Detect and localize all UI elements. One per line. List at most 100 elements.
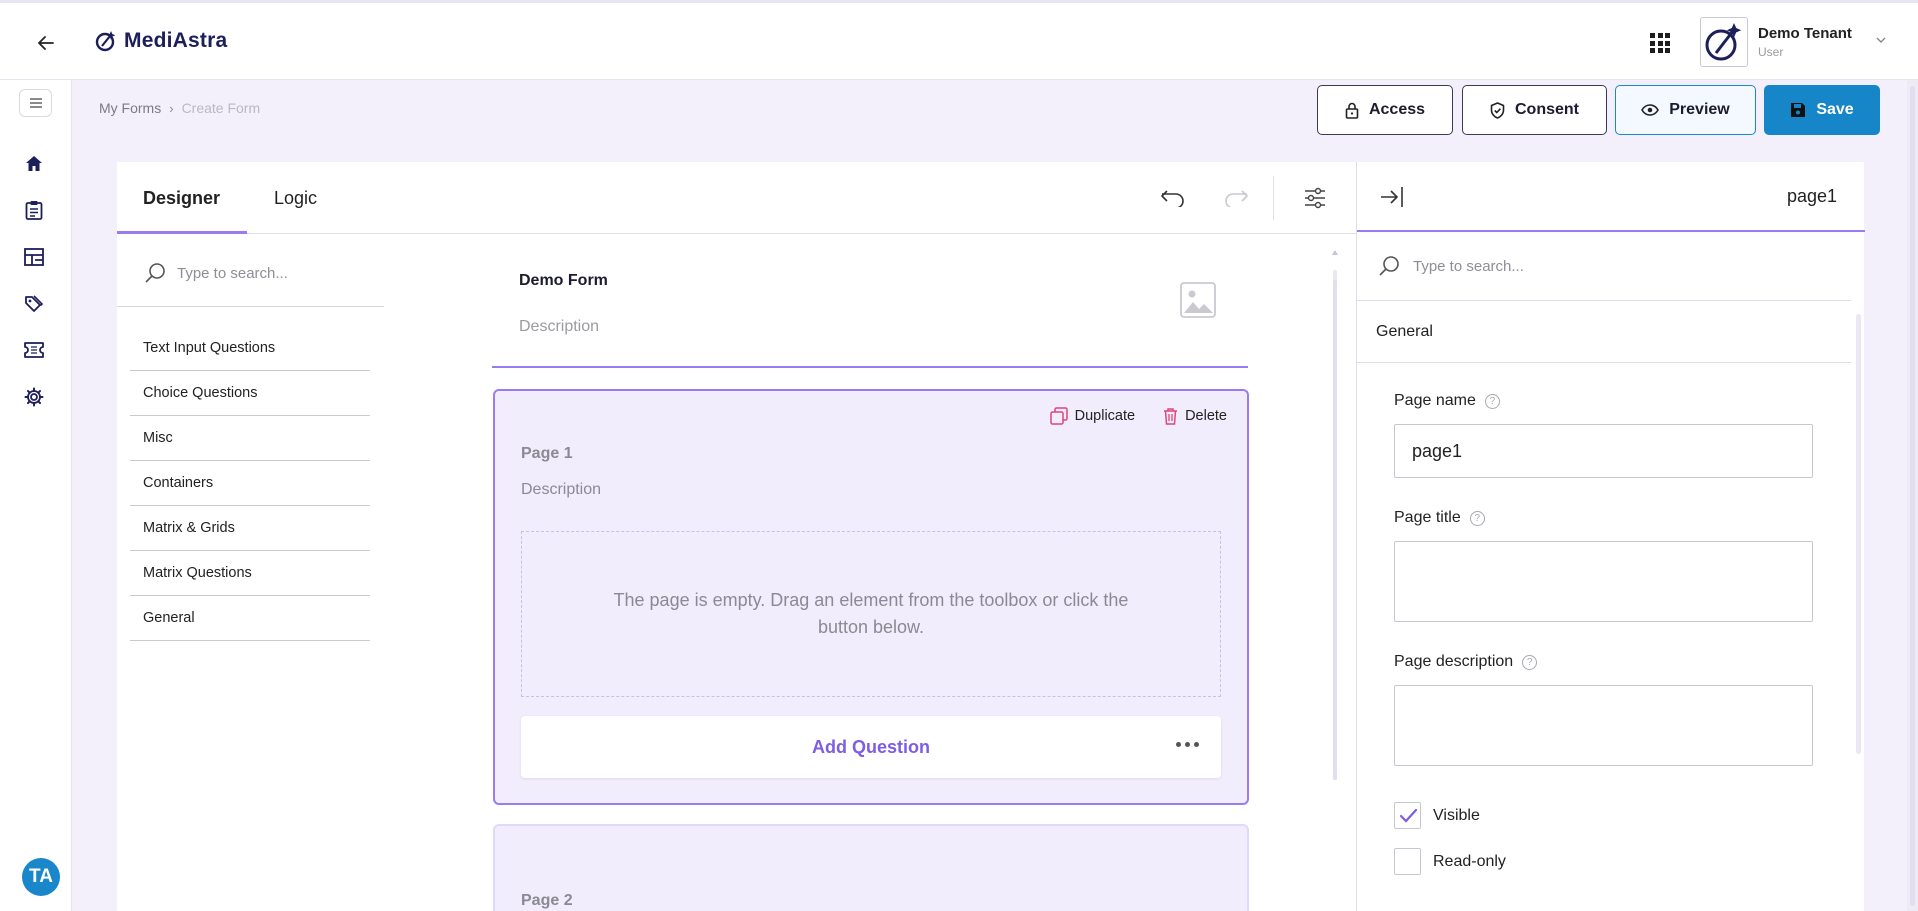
delete-button[interactable]: Delete <box>1163 407 1227 425</box>
collapse-right-icon <box>1381 187 1403 207</box>
help-icon[interactable]: ? <box>1469 510 1485 526</box>
page-title-field[interactable] <box>1394 541 1813 622</box>
arrow-left-icon <box>38 36 54 50</box>
preview-button-label: Preview <box>1669 101 1730 118</box>
more-options-button[interactable] <box>1172 738 1203 751</box>
toolbox-category[interactable]: Matrix & Grids <box>130 506 370 551</box>
toolbox-category[interactable]: Misc <box>130 416 370 461</box>
visible-label: Visible <box>1433 806 1480 824</box>
search-icon <box>1379 256 1399 276</box>
redo-icon <box>1225 190 1248 207</box>
lock-icon <box>1345 102 1359 119</box>
page-scrollbar[interactable] <box>1907 80 1918 911</box>
page-title[interactable]: Page 1 <box>521 445 573 463</box>
shield-check-icon <box>1490 101 1505 119</box>
ticket-icon <box>24 342 44 358</box>
property-panel-header: page1 <box>1357 162 1865 232</box>
page-actions: Duplicate Delete <box>1049 407 1227 425</box>
tenant-logo-icon <box>1705 23 1742 61</box>
toolbox-search <box>143 258 383 288</box>
toolbox-category[interactable]: Choice Questions <box>130 371 370 416</box>
next-property-label-cut-off <box>1394 903 1654 911</box>
sidebar-item-settings[interactable] <box>22 385 46 409</box>
apps-grid-button[interactable] <box>1648 31 1672 55</box>
image-icon <box>1180 282 1216 318</box>
trash-icon <box>1164 408 1178 425</box>
visible-checkbox[interactable]: Visible <box>1394 802 1480 829</box>
tab-logic[interactable]: Logic <box>274 188 317 209</box>
consent-button[interactable]: Consent <box>1462 85 1607 135</box>
clipboard-icon <box>25 201 43 220</box>
page-title[interactable]: Page 2 <box>521 892 573 910</box>
redo-button[interactable] <box>1220 182 1252 214</box>
page-card[interactable]: Page 2 <box>493 824 1249 911</box>
empty-page-dropzone[interactable]: The page is empty. Drag an element from … <box>521 531 1221 697</box>
user-name: Demo Tenant <box>1758 25 1852 42</box>
app-name: MediAstra <box>124 29 228 52</box>
collapse-panel-button[interactable] <box>1377 182 1407 212</box>
access-button[interactable]: Access <box>1317 85 1453 135</box>
scrollbar-thumb[interactable] <box>1856 314 1861 754</box>
sidebar-item-home[interactable] <box>22 152 46 176</box>
readonly-checkbox[interactable]: Read-only <box>1394 848 1506 875</box>
form-logo-placeholder[interactable] <box>1180 282 1216 318</box>
save-disk-icon <box>1791 103 1806 117</box>
property-panel: page1 General Page name ? Page title ? P… <box>1356 162 1865 911</box>
sidebar-item-tickets[interactable] <box>22 338 46 362</box>
form-title[interactable]: Demo Form <box>519 272 608 290</box>
checkbox[interactable] <box>1394 848 1421 875</box>
duplicate-button[interactable]: Duplicate <box>1049 407 1135 425</box>
settings-button[interactable] <box>1299 182 1331 214</box>
section-general[interactable]: General <box>1357 300 1851 363</box>
breadcrumb-separator: › <box>169 100 174 116</box>
toolbox-category[interactable]: Matrix Questions <box>130 551 370 596</box>
page-description[interactable]: Description <box>521 481 601 499</box>
checkmark-icon <box>1399 808 1417 823</box>
app-logo[interactable]: MediAstra <box>94 29 227 53</box>
scrollbar-thumb[interactable] <box>1333 280 1337 780</box>
form-header: Demo Form Description <box>492 234 1248 368</box>
add-question-button[interactable]: Add Question <box>521 716 1221 778</box>
sidebar-item-tags[interactable] <box>22 292 46 316</box>
page-title-label-text: Page title <box>1394 509 1461 526</box>
selected-element-name: page1 <box>1786 186 1837 206</box>
page-description-field[interactable] <box>1394 685 1813 766</box>
sidebar-item-forms[interactable] <box>22 198 46 222</box>
scroll-up-arrow[interactable] <box>1332 250 1338 255</box>
sidebar-item-dashboard[interactable] <box>22 245 46 269</box>
breadcrumb: My Forms › Create Form <box>99 100 260 116</box>
tab-designer[interactable]: Designer <box>143 188 220 209</box>
avatar[interactable]: TA <box>22 858 60 896</box>
page-name-label: Page name ? <box>1394 392 1500 410</box>
save-button[interactable]: Save <box>1764 85 1880 135</box>
page-name-field[interactable] <box>1394 424 1813 478</box>
page-card[interactable]: Duplicate Delete Page 1 Description The … <box>493 389 1249 805</box>
scrollbar-thumb[interactable] <box>1910 86 1915 906</box>
property-search-input[interactable] <box>1413 257 1713 275</box>
add-question-label: Add Question <box>812 736 930 757</box>
consent-button-label: Consent <box>1515 101 1579 118</box>
tenant-avatar <box>1700 17 1748 67</box>
eye-icon <box>1641 104 1660 116</box>
property-panel-scrollbar[interactable] <box>1853 300 1863 911</box>
user-menu[interactable]: Demo Tenant User <box>1700 17 1886 67</box>
help-icon[interactable]: ? <box>1484 393 1500 409</box>
help-icon[interactable]: ? <box>1522 654 1538 670</box>
checkbox[interactable] <box>1394 802 1421 829</box>
hamburger-icon <box>29 98 42 108</box>
back-button[interactable] <box>30 27 62 59</box>
preview-button[interactable]: Preview <box>1615 85 1756 135</box>
dashboard-icon <box>24 248 44 266</box>
toolbox-categories: Text Input Questions Choice Questions Mi… <box>130 326 370 641</box>
form-description[interactable]: Description <box>519 318 599 336</box>
top-bar: MediAstra Demo Tenant User <box>0 0 1918 80</box>
toolbox-category[interactable]: Text Input Questions <box>130 326 370 371</box>
undo-button[interactable] <box>1157 182 1189 214</box>
breadcrumb-my-forms[interactable]: My Forms <box>99 100 161 116</box>
toolbox-category[interactable]: Containers <box>130 461 370 506</box>
menu-toggle-button[interactable] <box>19 89 52 117</box>
canvas-scrollbar[interactable] <box>1329 250 1341 910</box>
active-tab-indicator <box>117 231 247 234</box>
toolbox-category[interactable]: General <box>130 596 370 641</box>
toolbox-search-input[interactable] <box>177 264 377 282</box>
